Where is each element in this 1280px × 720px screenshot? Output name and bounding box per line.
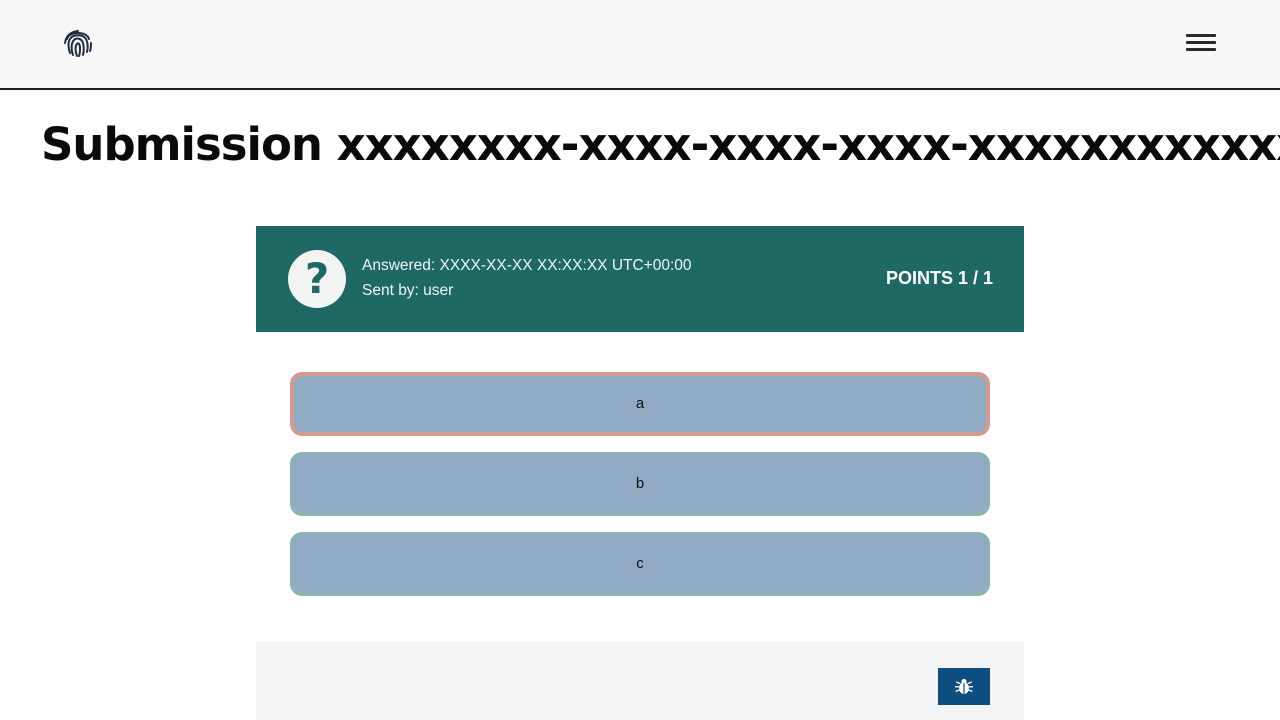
sent-by-label: Sent by: user: [362, 282, 454, 299]
question-mark-icon: ?: [288, 250, 346, 308]
footer-panel: [256, 642, 1024, 720]
bug-report-icon: [955, 678, 973, 694]
answer-option-a[interactable]: a: [290, 372, 990, 436]
page-title: Submission xxxxxxxx-xxxx-xxxx-xxxx-xxxxx…: [41, 118, 1280, 171]
hamburger-menu-icon[interactable]: [1184, 32, 1218, 54]
answered-timestamp: Answered: XXXX-XX-XX XX:XX:XX UTC+00:00: [362, 257, 692, 274]
answer-option-b[interactable]: b: [290, 452, 990, 516]
submission-summary-banner: ? Answered: XXXX-XX-XX XX:XX:XX UTC+00:0…: [256, 226, 1024, 332]
points-score: POINTS 1 / 1: [885, 268, 993, 288]
fingerprint-icon[interactable]: [62, 26, 94, 58]
top-navbar: [0, 0, 1280, 90]
answer-option-c[interactable]: c: [290, 532, 990, 596]
report-bug-button[interactable]: [938, 668, 990, 705]
